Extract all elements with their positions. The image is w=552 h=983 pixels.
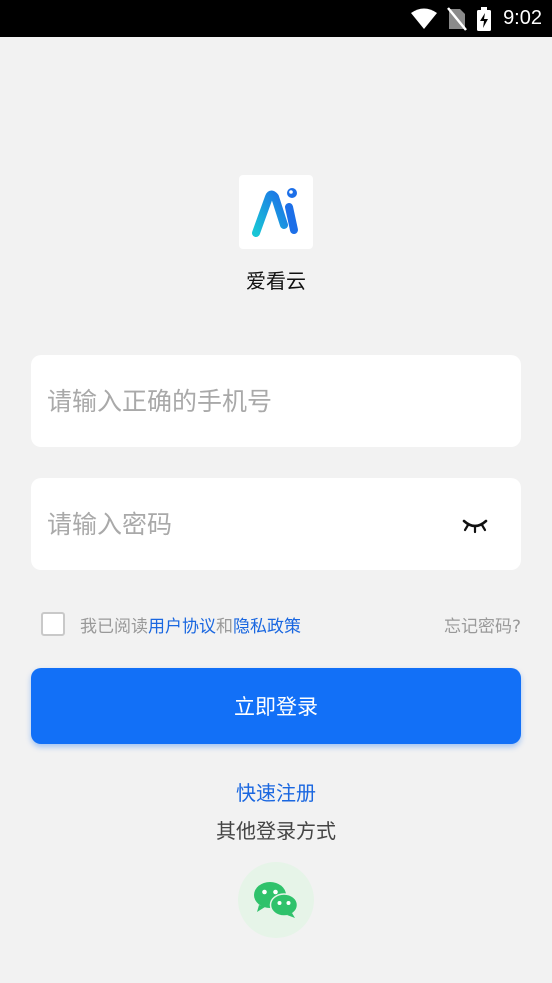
app-logo-ai-icon (252, 188, 298, 237)
phone-input[interactable] (47, 355, 447, 447)
privacy-policy-link[interactable]: 隐私政策 (233, 617, 301, 637)
status-time: 9:02 (503, 7, 542, 29)
status-icons: 9:02 (411, 0, 542, 37)
user-agreement-link[interactable]: 用户协议 (148, 617, 216, 637)
agreement-checkbox[interactable] (41, 612, 65, 636)
agreement-and: 和 (216, 617, 233, 637)
agreement-text: 我已阅读用户协议和隐私政策 (80, 612, 301, 637)
status-bar: 9:02 (0, 0, 552, 37)
password-field-container (31, 478, 521, 570)
battery-charging-icon (477, 6, 492, 31)
login-button[interactable]: 立即登录 (31, 668, 521, 744)
other-login-label: 其他登录方式 (216, 819, 336, 843)
app-logo (239, 175, 313, 249)
eye-closed-icon[interactable] (459, 514, 491, 536)
agreement-row: 我已阅读用户协议和隐私政策 忘记密码? (41, 610, 521, 640)
password-input[interactable] (47, 478, 447, 570)
phone-field-container (31, 355, 521, 447)
app-name: 爱看云 (246, 269, 306, 293)
agreement-prefix: 我已阅读 (80, 617, 148, 637)
forgot-password-link[interactable]: 忘记密码? (444, 612, 521, 637)
wifi-icon (411, 8, 438, 29)
wechat-icon (254, 882, 299, 918)
no-sim-icon (447, 6, 468, 31)
wechat-login-button[interactable] (238, 862, 314, 938)
register-link[interactable]: 快速注册 (0, 777, 552, 806)
